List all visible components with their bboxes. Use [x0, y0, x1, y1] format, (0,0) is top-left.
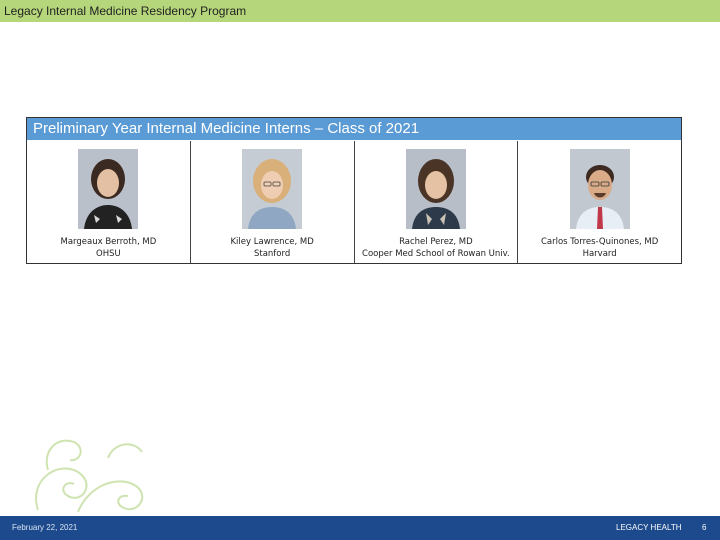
intern-school: OHSU [96, 249, 121, 259]
footer-bar: February 22, 2021 LEGACY HEALTH 6 [0, 516, 720, 540]
intern-school: Stanford [253, 249, 291, 259]
intern-card: Rachel Perez, MD Cooper Med School of Ro… [355, 141, 519, 263]
intern-school: Cooper Med School of Rowan Univ. [362, 249, 510, 259]
intern-name: Margeaux Berroth, MD [60, 237, 157, 247]
intern-name: Rachel Perez, MD [399, 237, 473, 247]
page-number: 6 [702, 523, 707, 532]
footer-date: February 22, 2021 [12, 523, 78, 532]
intern-photo [242, 149, 303, 229]
intern-name: Kiley Lawrence, MD [230, 237, 314, 247]
top-banner: Legacy Internal Medicine Residency Progr… [0, 0, 720, 22]
intern-cards: Margeaux Berroth, MD OHSU Kiley Lawrence… [27, 141, 681, 263]
interns-slide: Preliminary Year Internal Medicine Inter… [26, 117, 682, 264]
intern-photo [569, 149, 630, 229]
decorative-swirl [35, 439, 144, 513]
slide-heading: Preliminary Year Internal Medicine Inter… [33, 120, 420, 137]
intern-card: Margeaux Berroth, MD OHSU [27, 141, 191, 263]
intern-school: Harvard [582, 249, 617, 259]
program-title: Legacy Internal Medicine Residency Progr… [4, 4, 247, 18]
intern-card: Kiley Lawrence, MD Stanford [191, 141, 355, 263]
intern-photo [78, 149, 139, 229]
slide-header: Preliminary Year Internal Medicine Inter… [27, 118, 681, 140]
intern-photo [405, 149, 466, 229]
intern-name: Carlos Torres-Quinones, MD [540, 237, 659, 247]
intern-card: Carlos Torres-Quinones, MD Harvard [518, 141, 681, 263]
footer-organization: LEGACY HEALTH [616, 523, 682, 532]
